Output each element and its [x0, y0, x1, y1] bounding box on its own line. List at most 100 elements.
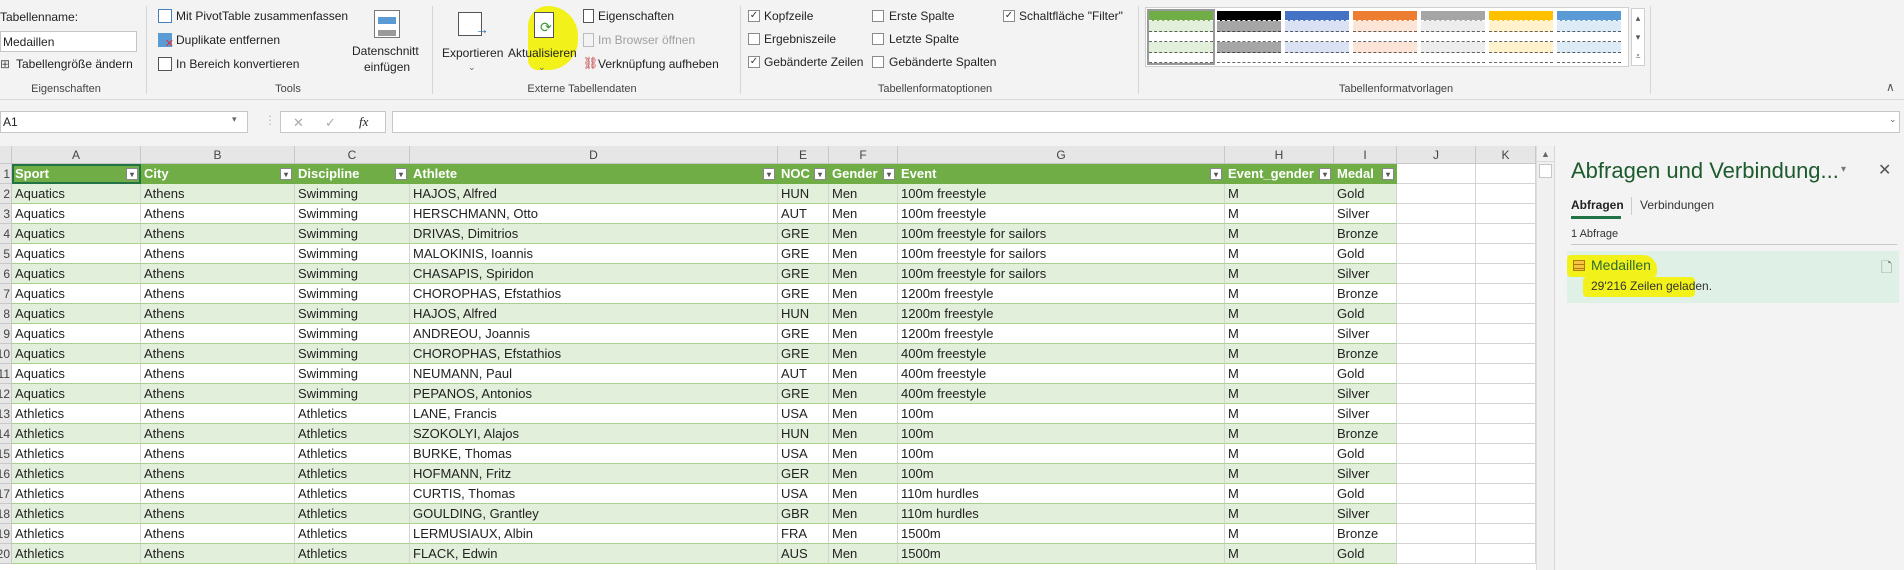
cell[interactable]: Athens: [141, 364, 295, 384]
enter-icon[interactable]: ✓: [325, 115, 336, 131]
cell[interactable]: M: [1225, 364, 1334, 384]
cell[interactable]: [1476, 284, 1536, 304]
cell[interactable]: [1476, 404, 1536, 424]
cell[interactable]: Aquatics: [12, 344, 141, 364]
cell[interactable]: 1500m: [898, 524, 1225, 544]
cell[interactable]: [1397, 264, 1476, 284]
cell[interactable]: [1476, 164, 1536, 184]
cell[interactable]: Men: [829, 364, 898, 384]
cell[interactable]: Athletics: [12, 444, 141, 464]
cell[interactable]: Athletics: [295, 444, 410, 464]
column-header[interactable]: K: [1476, 146, 1536, 164]
cell[interactable]: [1476, 444, 1536, 464]
cell[interactable]: HOFMANN, Fritz: [410, 464, 778, 484]
cell[interactable]: 400m freestyle: [898, 364, 1225, 384]
cell[interactable]: [1476, 244, 1536, 264]
cell[interactable]: Swimming: [295, 324, 410, 344]
cell[interactable]: Aquatics: [12, 364, 141, 384]
cell[interactable]: Gold: [1334, 544, 1397, 564]
cell[interactable]: Athletics: [12, 544, 141, 564]
filter-button-checkbox[interactable]: ✓: [1003, 10, 1015, 22]
column-filter-header[interactable]: Gender ▾: [829, 164, 898, 184]
cell[interactable]: [1397, 424, 1476, 444]
vertical-scrollbar[interactable]: ▲: [1536, 146, 1554, 570]
cell[interactable]: Swimming: [295, 224, 410, 244]
cell[interactable]: M: [1225, 524, 1334, 544]
insert-slicer-button[interactable]: Datenschnitt einfügen: [348, 8, 426, 78]
cell[interactable]: Athletics: [12, 504, 141, 524]
table-style-swatch[interactable]: [1147, 9, 1215, 65]
cell[interactable]: M: [1225, 284, 1334, 304]
cell[interactable]: Athens: [141, 224, 295, 244]
column-header[interactable]: J: [1397, 146, 1476, 164]
cell[interactable]: [1397, 544, 1476, 564]
cell[interactable]: M: [1225, 344, 1334, 364]
cell[interactable]: USA: [778, 444, 829, 464]
cell[interactable]: GRE: [778, 264, 829, 284]
tab-connections[interactable]: Verbindungen: [1640, 198, 1714, 212]
cell[interactable]: Men: [829, 224, 898, 244]
cell[interactable]: 100m freestyle for sailors: [898, 244, 1225, 264]
first-column-checkbox[interactable]: [872, 10, 884, 22]
gallery-up-icon[interactable]: ▴: [1632, 9, 1644, 28]
cell[interactable]: Men: [829, 384, 898, 404]
cell[interactable]: Aquatics: [12, 204, 141, 224]
cell[interactable]: Athletics: [12, 484, 141, 504]
cell[interactable]: NEUMANN, Paul: [410, 364, 778, 384]
cell[interactable]: 400m freestyle: [898, 384, 1225, 404]
cell[interactable]: Swimming: [295, 244, 410, 264]
banded-rows-checkbox[interactable]: ✓: [748, 56, 760, 68]
cell[interactable]: M: [1225, 244, 1334, 264]
cell[interactable]: [1476, 504, 1536, 524]
column-header[interactable]: C: [295, 146, 410, 164]
cell[interactable]: [1397, 324, 1476, 344]
cell[interactable]: Silver: [1334, 404, 1397, 424]
scroll-thumb[interactable]: [1539, 164, 1552, 178]
row-header[interactable]: 20: [0, 544, 12, 564]
cell[interactable]: M: [1225, 384, 1334, 404]
cell[interactable]: Swimming: [295, 344, 410, 364]
cell[interactable]: [1476, 264, 1536, 284]
cell[interactable]: HERSCHMANN, Otto: [410, 204, 778, 224]
column-header[interactable]: H: [1225, 146, 1334, 164]
cell[interactable]: [1397, 444, 1476, 464]
row-header[interactable]: 19: [0, 524, 12, 544]
cell[interactable]: [1476, 384, 1536, 404]
cell[interactable]: Athletics: [295, 404, 410, 424]
row-header[interactable]: 17: [0, 484, 12, 504]
filter-dropdown-icon[interactable]: ▾: [814, 168, 826, 180]
cell[interactable]: Gold: [1334, 184, 1397, 204]
cell[interactable]: Aquatics: [12, 284, 141, 304]
cell[interactable]: Athens: [141, 504, 295, 524]
cell[interactable]: Silver: [1334, 264, 1397, 284]
cell[interactable]: Athletics: [295, 524, 410, 544]
row-header[interactable]: 10: [0, 344, 12, 364]
close-icon[interactable]: ✕: [1878, 160, 1891, 180]
column-header[interactable]: F: [829, 146, 898, 164]
filter-dropdown-icon[interactable]: ▾: [1382, 168, 1394, 180]
cell[interactable]: Athens: [141, 544, 295, 564]
cell[interactable]: 100m: [898, 424, 1225, 444]
filter-dropdown-icon[interactable]: ▾: [126, 168, 138, 180]
cell[interactable]: Swimming: [295, 204, 410, 224]
row-header[interactable]: 15: [0, 444, 12, 464]
row-header[interactable]: 7: [0, 284, 12, 304]
cell[interactable]: Men: [829, 264, 898, 284]
cell[interactable]: HUN: [778, 304, 829, 324]
column-filter-header[interactable]: Event ▾: [898, 164, 1225, 184]
cell[interactable]: [1476, 324, 1536, 344]
query-item-medaillen[interactable]: Medaillen 29'216 Zeilen geladen. 🗋: [1567, 251, 1899, 303]
cell[interactable]: CHOROPHAS, Efstathios: [410, 344, 778, 364]
cell[interactable]: Athens: [141, 404, 295, 424]
cell[interactable]: Athens: [141, 464, 295, 484]
cell[interactable]: M: [1225, 484, 1334, 504]
cell[interactable]: SZOKOLYI, Alajos: [410, 424, 778, 444]
column-filter-header[interactable]: Medal ▾: [1334, 164, 1397, 184]
cell[interactable]: Swimming: [295, 184, 410, 204]
cell[interactable]: [1397, 244, 1476, 264]
cell[interactable]: Athletics: [295, 464, 410, 484]
formula-input[interactable]: [392, 111, 1900, 133]
cell[interactable]: HAJOS, Alfred: [410, 184, 778, 204]
cell[interactable]: Athens: [141, 184, 295, 204]
column-header[interactable]: G: [898, 146, 1225, 164]
